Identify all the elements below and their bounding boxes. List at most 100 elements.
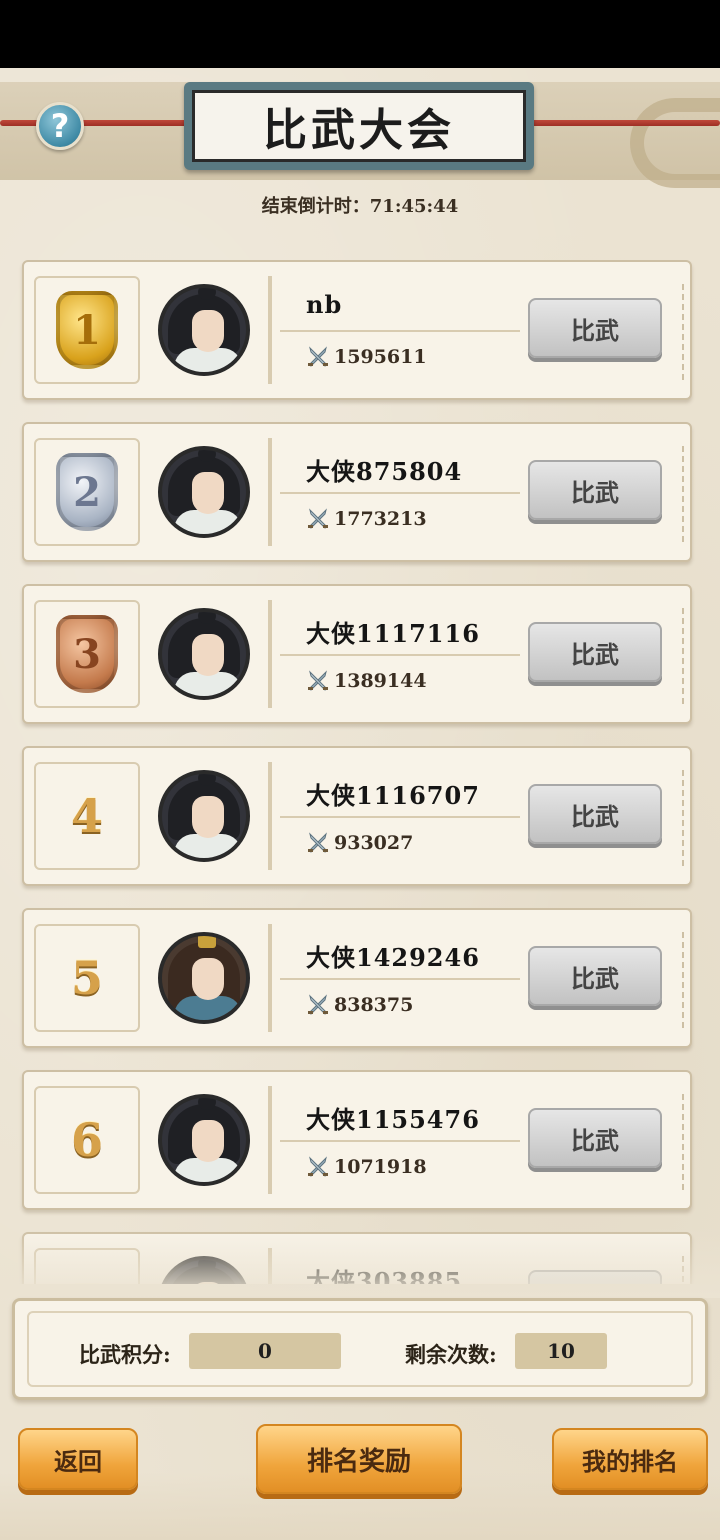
avatar-robe (174, 996, 242, 1020)
player-avatar[interactable] (158, 284, 250, 376)
ranking-row: 1 nb 1595611 比武 (22, 260, 692, 400)
player-info: 大侠1117116 1389144 (268, 600, 520, 708)
avatar-topknot (198, 612, 216, 624)
gold-medal-icon: 1 (56, 291, 118, 369)
avatar-topknot (198, 936, 216, 948)
player-avatar[interactable] (158, 446, 250, 538)
combat-power: 1389144 (306, 670, 427, 692)
player-name: nb (306, 290, 343, 319)
cloud-decoration (630, 98, 720, 188)
player-name: 大侠1117116 (306, 619, 480, 648)
player-info: nb 1595611 (268, 276, 520, 384)
ranking-row: 2 大侠875804 1773213 比武 (22, 422, 692, 562)
divider (280, 654, 520, 656)
avatar-robe (174, 1158, 242, 1182)
crossed-swords-icon (306, 346, 330, 368)
avatar-robe (174, 348, 242, 372)
ranking-row: 5 大侠1429246 838375 比武 (22, 908, 692, 1048)
list-fade-overlay (0, 1228, 720, 1298)
avatar-face (192, 1120, 224, 1162)
player-name: 大侠1429246 (306, 943, 480, 972)
challenge-button[interactable]: 比武 (528, 946, 662, 1006)
silver-medal-icon: 2 (56, 453, 118, 531)
player-name: 大侠1116707 (306, 781, 480, 810)
score-value: 0 (189, 1333, 341, 1369)
divider (280, 492, 520, 494)
ranking-list[interactable]: 1 nb 1595611 比武 2 大侠875804 1773213 比武 3 大侠1117116… (0, 260, 720, 1284)
rank-badge: 6 (34, 1086, 140, 1194)
challenge-button[interactable]: 比武 (528, 460, 662, 520)
challenge-button[interactable]: 比武 (528, 298, 662, 358)
crossed-swords-icon (306, 994, 330, 1016)
back-button[interactable]: 返回 (18, 1428, 138, 1490)
avatar-topknot (198, 288, 216, 300)
countdown-timer: 结束倒计时：71:45:44 (0, 192, 720, 218)
player-name: 大侠1155476 (306, 1105, 480, 1134)
countdown-value: 71:45:44 (369, 196, 459, 217)
rank-number: 4 (70, 789, 103, 843)
avatar-topknot (198, 774, 216, 786)
ranking-reward-button[interactable]: 排名奖励 (256, 1424, 462, 1494)
divider (280, 330, 520, 332)
crossed-swords-icon (306, 1156, 330, 1178)
ranking-row: 3 大侠1117116 1389144 比武 (22, 584, 692, 724)
score-label: 比武积分: (79, 1342, 171, 1367)
combat-power: 1595611 (306, 346, 427, 368)
avatar-robe (174, 834, 242, 858)
combat-power: 933027 (306, 832, 413, 854)
game-screen: ? 比武大会 结束倒计时：71:45:44 1 nb 1595611 比武 2 大侠875… (0, 68, 720, 1540)
challenge-button[interactable]: 比武 (528, 784, 662, 844)
title-plaque: 比武大会 (184, 82, 534, 170)
avatar-face (192, 958, 224, 1000)
status-bar (0, 0, 720, 68)
ranking-row: 6 大侠1155476 1071918 比武 (22, 1070, 692, 1210)
countdown-label: 结束倒计时： (261, 196, 370, 217)
crossed-swords-icon (306, 832, 330, 854)
combat-power: 838375 (306, 994, 413, 1016)
player-avatar[interactable] (158, 932, 250, 1024)
avatar-face (192, 310, 224, 352)
question-mark-icon: ? (50, 107, 70, 145)
divider (280, 1140, 520, 1142)
player-info: 大侠1116707 933027 (268, 762, 520, 870)
remaining-value: 10 (515, 1333, 607, 1369)
score-panel: 比武积分: 0 剩余次数: 10 (12, 1298, 708, 1400)
rank-badge: 4 (34, 762, 140, 870)
avatar-face (192, 634, 224, 676)
avatar-robe (174, 510, 242, 534)
remaining-label: 剩余次数: (405, 1342, 497, 1367)
combat-power: 1071918 (306, 1156, 427, 1178)
crossed-swords-icon (306, 670, 330, 692)
help-button[interactable]: ? (36, 102, 84, 150)
player-info: 大侠875804 1773213 (268, 438, 520, 546)
combat-power-value: 1071918 (334, 1156, 427, 1178)
combat-power-value: 1595611 (334, 346, 427, 368)
player-avatar[interactable] (158, 608, 250, 700)
ranking-row: 4 大侠1116707 933027 比武 (22, 746, 692, 886)
player-info: 大侠1155476 1071918 (268, 1086, 520, 1194)
challenge-button[interactable]: 比武 (528, 1108, 662, 1168)
combat-power: 1773213 (306, 508, 427, 530)
player-avatar[interactable] (158, 1094, 250, 1186)
avatar-face (192, 796, 224, 838)
crossed-swords-icon (306, 508, 330, 530)
bronze-medal-icon: 3 (56, 615, 118, 693)
my-ranking-button[interactable]: 我的排名 (552, 1428, 708, 1490)
player-avatar[interactable] (158, 770, 250, 862)
player-name: 大侠875804 (306, 457, 463, 486)
player-info: 大侠1429246 838375 (268, 924, 520, 1032)
rank-badge: 5 (34, 924, 140, 1032)
rank-number: 6 (70, 1113, 103, 1167)
rank-badge: 2 (34, 438, 140, 546)
challenge-button[interactable]: 比武 (528, 622, 662, 682)
combat-power-value: 838375 (334, 994, 414, 1016)
rank-number: 5 (70, 951, 103, 1005)
score-panel-inner: 比武积分: 0 剩余次数: 10 (27, 1311, 693, 1387)
avatar-face (192, 472, 224, 514)
combat-power-value: 1389144 (334, 670, 427, 692)
avatar-robe (174, 672, 242, 696)
page-title: 比武大会 (192, 90, 526, 162)
combat-power-value: 933027 (334, 832, 414, 854)
combat-power-value: 1773213 (334, 508, 427, 530)
rank-badge: 3 (34, 600, 140, 708)
